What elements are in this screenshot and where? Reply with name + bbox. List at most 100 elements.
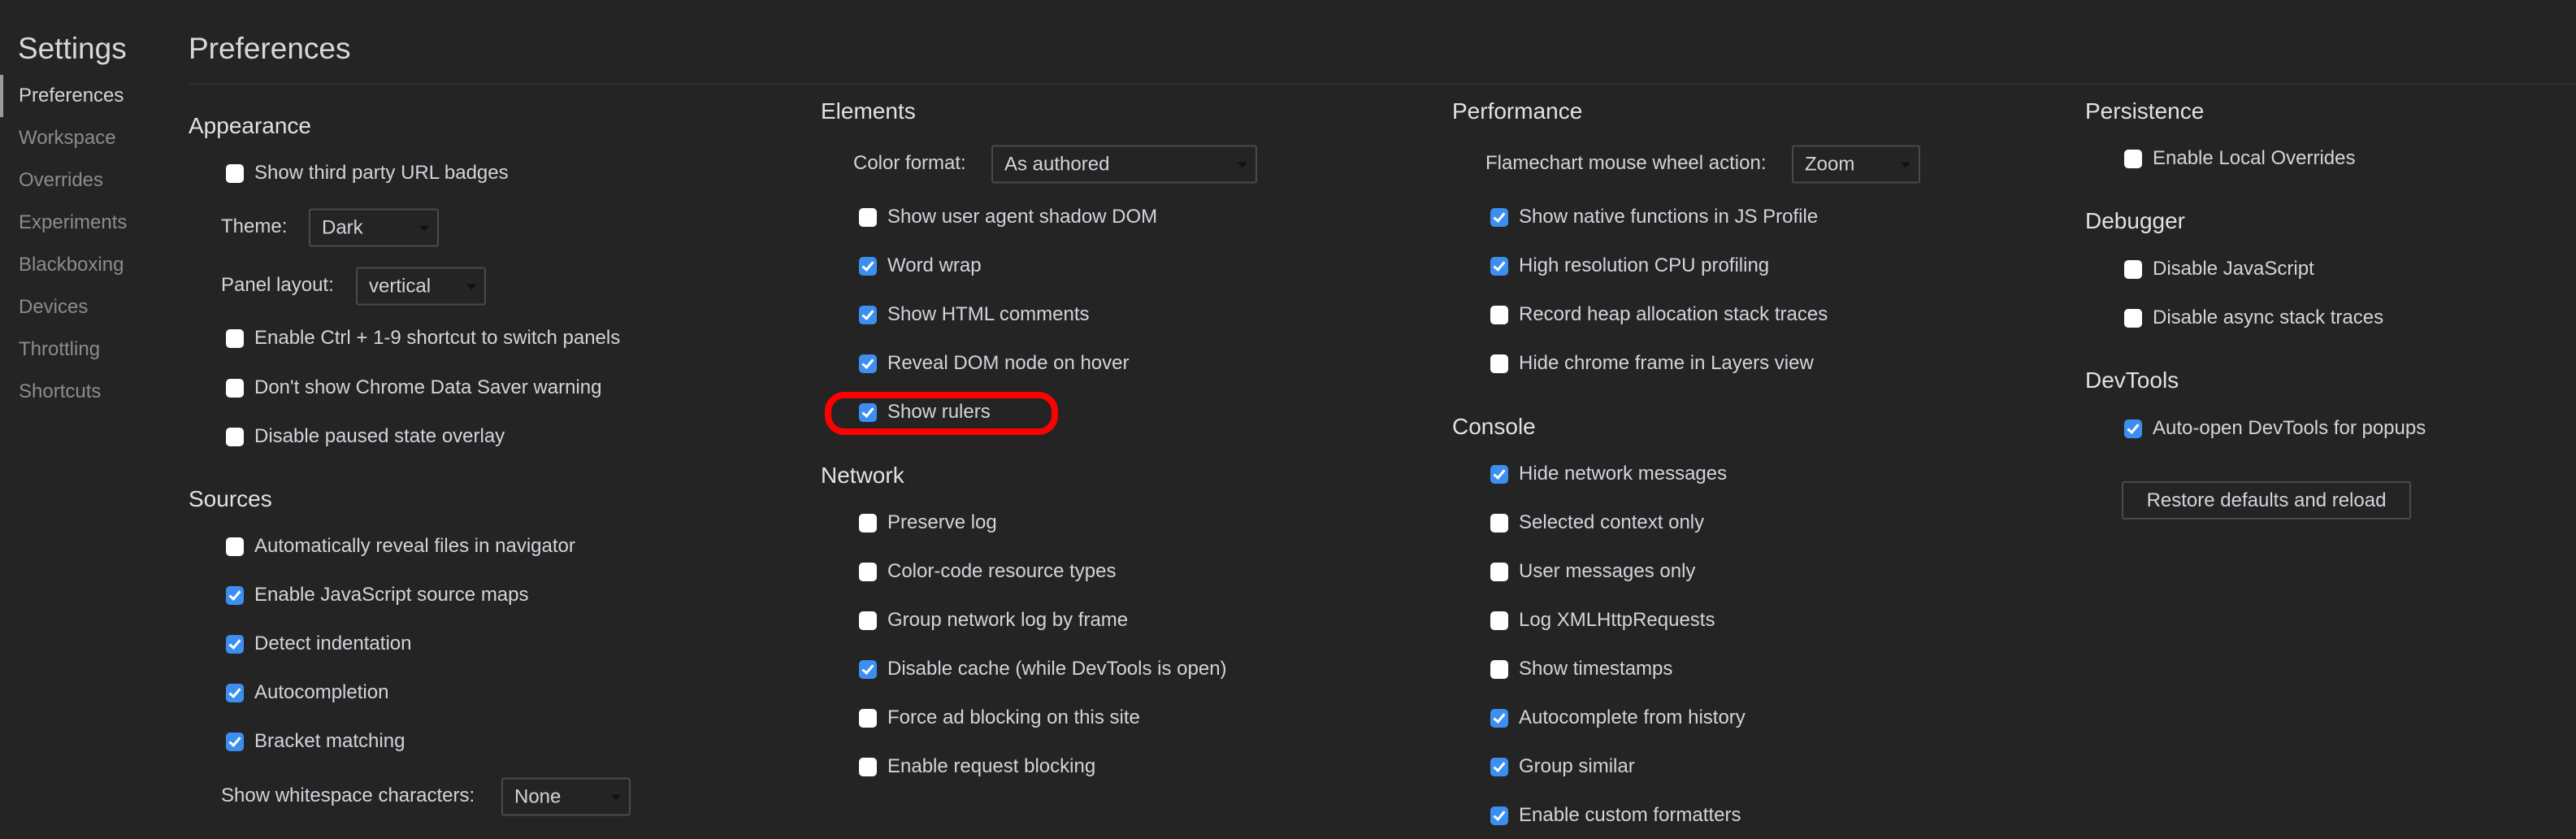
checkbox-icon[interactable] [1490,513,1508,533]
checkbox-icon[interactable] [859,757,877,776]
ctrl-shortcut-checkbox[interactable]: Enable Ctrl + 1-9 shortcut to switch pan… [226,324,620,352]
panel-layout-select-value: vertical [369,275,432,297]
checkbox-icon[interactable] [1490,659,1508,679]
disable-javascript-checkbox[interactable]: Disable JavaScript [2124,255,2314,283]
checkbox-icon[interactable] [859,513,877,533]
auto-reveal-checkbox[interactable]: Automatically reveal files in navigator [226,533,575,560]
checkbox-icon[interactable] [1490,611,1508,630]
checkbox-icon[interactable] [226,328,244,348]
sidebar-item-preferences[interactable]: Preferences [19,84,124,108]
checkbox-icon[interactable] [859,611,877,630]
group-similar-checkbox[interactable]: Group similar [1490,753,1635,780]
whitespace-select[interactable]: None [501,777,631,816]
section-sources-heading: Sources [189,486,272,511]
dropdown-arrow-icon [1238,162,1247,167]
js-source-maps-checkbox[interactable]: Enable JavaScript source maps [226,581,529,609]
checkbox-checked-icon[interactable] [1490,806,1508,825]
data-saver-warning-checkbox[interactable]: Don't show Chrome Data Saver warning [226,374,601,402]
checkbox-checked-icon[interactable] [1490,207,1508,227]
panel-layout-select[interactable]: vertical [356,267,486,306]
preserve-log-checkbox[interactable]: Preserve log [859,509,997,537]
checkbox-icon[interactable] [226,427,244,446]
checkbox-checked-icon[interactable] [226,585,244,605]
checkbox-icon[interactable] [2124,308,2142,328]
auto-open-popups-checkbox[interactable]: Auto-open DevTools for popups [2124,415,2426,442]
checkbox-checked-icon[interactable] [2124,419,2142,438]
color-code-checkbox[interactable]: Color-code resource types [859,558,1116,585]
restore-defaults-button[interactable]: Restore defaults and reload [2122,481,2411,519]
checkbox-checked-icon[interactable] [859,402,877,422]
word-wrap-checkbox[interactable]: Word wrap [859,252,982,280]
checkbox-checked-icon[interactable] [859,305,877,324]
checkbox-label: Detect indentation [254,633,412,654]
theme-field: Theme: [221,215,287,238]
show-third-party-url-badges-checkbox[interactable]: Show third party URL badges [226,159,509,187]
sidebar-item-experiments[interactable]: Experiments [19,211,127,235]
disable-cache-checkbox[interactable]: Disable cache (while DevTools is open) [859,655,1227,683]
checkbox-label: Enable JavaScript source maps [254,584,529,606]
flamechart-label: Flamechart mouse wheel action: [1485,152,1767,174]
checkbox-icon[interactable] [859,708,877,728]
checkbox-icon[interactable] [1490,305,1508,324]
checkbox-checked-icon[interactable] [859,256,877,276]
checkbox-checked-icon[interactable] [1490,757,1508,776]
checkbox-checked-icon[interactable] [1490,256,1508,276]
html-comments-checkbox[interactable]: Show HTML comments [859,301,1090,328]
checkbox-checked-icon[interactable] [226,634,244,654]
user-messages-checkbox[interactable]: User messages only [1490,558,1695,585]
sidebar-item-workspace[interactable]: Workspace [19,126,116,150]
log-xhr-checkbox[interactable]: Log XMLHttpRequests [1490,606,1715,634]
checkbox-checked-icon[interactable] [859,354,877,373]
hide-network-messages-checkbox[interactable]: Hide network messages [1490,460,1727,488]
local-overrides-checkbox[interactable]: Enable Local Overrides [2124,145,2355,172]
checkbox-icon[interactable] [226,163,244,183]
autocomplete-history-checkbox[interactable]: Autocomplete from history [1490,704,1746,732]
show-rulers-checkbox[interactable]: Show rulers [859,398,991,426]
checkbox-checked-icon[interactable] [226,732,244,751]
checkbox-icon[interactable] [859,207,877,227]
checkbox-icon[interactable] [226,378,244,398]
selected-context-checkbox[interactable]: Selected context only [1490,509,1704,537]
native-functions-checkbox[interactable]: Show native functions in JS Profile [1490,203,1818,231]
theme-label: Theme: [221,215,288,237]
checkbox-icon[interactable] [226,537,244,556]
paused-overlay-checkbox[interactable]: Disable paused state overlay [226,423,505,450]
reveal-dom-checkbox[interactable]: Reveal DOM node on hover [859,350,1130,377]
timestamps-checkbox[interactable]: Show timestamps [1490,655,1672,683]
custom-formatters-checkbox[interactable]: Enable custom formatters [1490,802,1741,829]
checkbox-checked-icon[interactable] [1490,464,1508,484]
section-elements-heading: Elements [821,98,916,124]
bracket-matching-checkbox[interactable]: Bracket matching [226,728,405,755]
high-res-cpu-checkbox[interactable]: High resolution CPU profiling [1490,252,1769,280]
checkbox-checked-icon[interactable] [859,659,877,679]
checkbox-icon[interactable] [859,562,877,581]
force-ad-blocking-checkbox[interactable]: Force ad blocking on this site [859,704,1140,732]
detect-indentation-checkbox[interactable]: Detect indentation [226,630,411,658]
section-debugger-heading: Debugger [2085,208,2185,233]
color-format-field: Color format: [853,152,966,175]
checkbox-icon[interactable] [2124,259,2142,279]
checkbox-icon[interactable] [2124,149,2142,168]
theme-select-value: Dark [322,216,363,238]
heap-stack-traces-checkbox[interactable]: Record heap allocation stack traces [1490,301,1828,328]
hide-chrome-frame-checkbox[interactable]: Hide chrome frame in Layers view [1490,350,1814,377]
disable-async-stack-traces-checkbox[interactable]: Disable async stack traces [2124,304,2383,332]
sidebar-item-shortcuts[interactable]: Shortcuts [19,380,101,404]
checkbox-checked-icon[interactable] [1490,708,1508,728]
color-format-select[interactable]: As authored [991,145,1257,184]
request-blocking-checkbox[interactable]: Enable request blocking [859,753,1095,780]
checkbox-icon[interactable] [1490,354,1508,373]
theme-select[interactable]: Dark [309,208,439,247]
checkbox-checked-icon[interactable] [226,683,244,702]
sidebar-item-devices[interactable]: Devices [19,295,88,320]
checkbox-icon[interactable] [1490,562,1508,581]
checkbox-label: Autocomplete from history [1519,706,1746,728]
section-persistence-heading: Persistence [2085,98,2205,124]
sidebar-item-blackboxing[interactable]: Blackboxing [19,253,124,277]
flamechart-select[interactable]: Zoom [1792,145,1920,184]
shadow-dom-checkbox[interactable]: Show user agent shadow DOM [859,203,1157,231]
group-by-frame-checkbox[interactable]: Group network log by frame [859,606,1128,634]
sidebar-item-overrides[interactable]: Overrides [19,168,103,193]
autocompletion-checkbox[interactable]: Autocompletion [226,679,388,706]
sidebar-item-throttling[interactable]: Throttling [19,337,100,362]
